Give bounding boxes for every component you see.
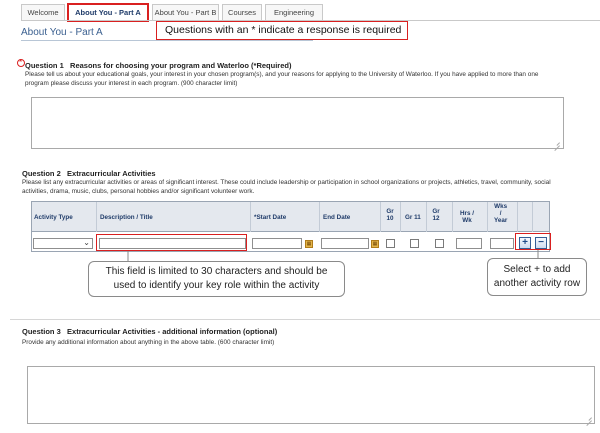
- q3-answer-textarea[interactable]: [27, 366, 595, 424]
- description-callout-line2: used to identify your key role within th…: [113, 280, 320, 291]
- description-callout-line1: This field is limited to 30 characters a…: [105, 266, 328, 277]
- section-divider: [10, 319, 600, 320]
- add-row-callout-line2: another activity row: [493, 278, 581, 289]
- q3-description: Provide any additional information about…: [22, 339, 275, 346]
- q3-heading: Question 3 Extracurricular Activities - …: [22, 327, 277, 336]
- description-callout: This field is limited to 30 characters a…: [88, 261, 345, 297]
- add-row-callout: Select + to add another activity row: [487, 258, 587, 296]
- add-row-callout-line1: Select + to add: [503, 264, 571, 275]
- q3-title: Extracurricular Activities - additional …: [67, 327, 278, 336]
- q3-label: Question 3: [22, 327, 61, 336]
- resize-grip-icon[interactable]: [586, 415, 592, 421]
